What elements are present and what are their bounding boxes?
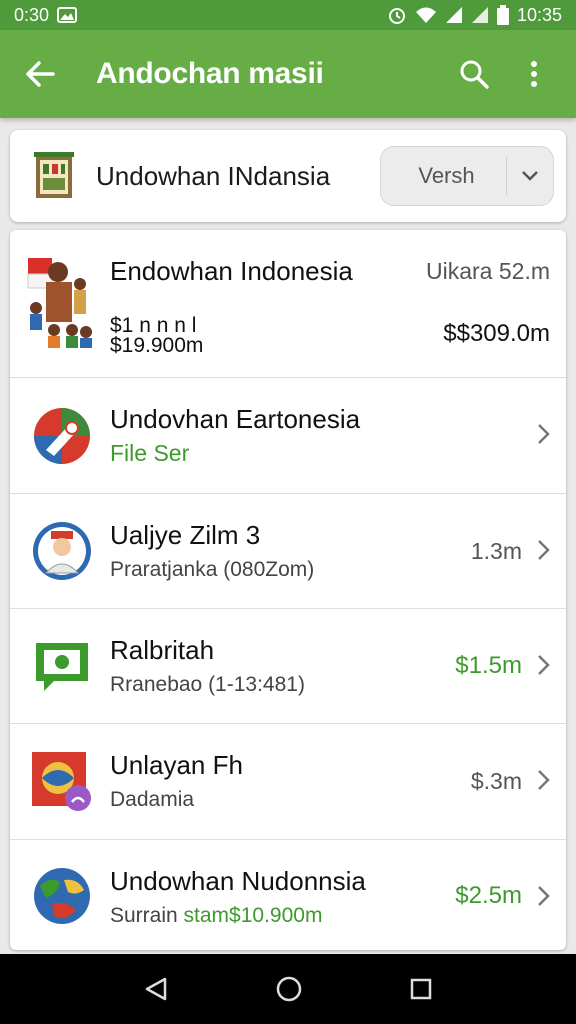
back-button[interactable]	[18, 52, 62, 96]
search-icon	[460, 60, 489, 89]
page-title: Andochan masii	[96, 57, 324, 90]
tool-logo-icon	[34, 408, 90, 464]
system-nav-bar	[0, 954, 576, 1024]
list-item-name: Unlayan Fh	[110, 750, 243, 780]
list-item-sub: Praratjanka (080Zom)	[110, 558, 315, 581]
list-item-amount: 1.3m	[470, 538, 522, 564]
people-illustration-icon	[24, 250, 94, 350]
list-item-sub-prefix: Surrain	[110, 904, 178, 927]
list-item-sub: Rranebao (1-13:481)	[110, 673, 305, 696]
globe-icon	[34, 868, 90, 924]
status-time-left: 0:30	[14, 4, 50, 25]
list-item[interactable]: Undovhan Eartonesia File Ser	[10, 378, 566, 494]
chevron-right-icon	[538, 655, 550, 675]
list-item-featured[interactable]: Endowhan Indonesia Uikara 52.m $1 n n n …	[10, 230, 566, 378]
signal-icon-2	[471, 7, 488, 23]
list-item-amount: $2.5m	[455, 882, 522, 909]
more-vert-icon	[531, 61, 537, 87]
search-button[interactable]	[450, 50, 498, 98]
list-item-sub: Surrain stam$10.900m	[110, 904, 322, 928]
list-item[interactable]: Ralbritah Rranebao (1-13:481) $1.5m	[10, 609, 566, 724]
chevron-right-icon	[538, 886, 550, 906]
select-chevron	[507, 170, 553, 182]
signal-icon	[445, 7, 462, 23]
list-item-sub: Dadamia	[110, 788, 195, 811]
back-triangle-icon[interactable]	[143, 976, 169, 1002]
chevron-right-icon	[538, 424, 550, 444]
list-item[interactable]: Ualjye Zilm 3 Praratjanka (080Zom) 1.3m	[10, 494, 566, 609]
version-select-value: Versh	[418, 163, 475, 188]
arrow-left-icon	[26, 61, 55, 87]
battery-icon	[496, 5, 509, 25]
gallery-notification-icon	[57, 7, 78, 23]
filter-title: Undowhan INdansia	[96, 160, 331, 191]
chevron-right-icon	[538, 770, 550, 790]
featured-right-top: Uikara 52.m	[426, 258, 550, 284]
alarm-icon	[388, 8, 405, 24]
featured-sub-line2: $19.900m	[110, 334, 204, 357]
version-select[interactable]: Versh	[380, 146, 554, 206]
wifi-icon	[415, 7, 436, 23]
recents-square-icon[interactable]	[409, 977, 433, 1001]
filter-card: Undowhan INdansia Versh	[10, 130, 566, 222]
status-time-right: 10:35	[516, 4, 562, 25]
list-item-name: Ualjye Zilm 3	[110, 520, 261, 550]
home-circle-icon[interactable]	[275, 975, 303, 1003]
chevron-down-icon	[522, 171, 538, 181]
map-badge-icon	[32, 752, 91, 811]
app-bar: Andochan masii	[0, 30, 576, 118]
list-item-sub-green: stam$10.900m	[183, 904, 323, 927]
list-item[interactable]: Undowhan Nudonnsia Surrain stam$10.900m …	[10, 840, 566, 950]
featured-amount: $$309.0m	[443, 320, 550, 347]
list-item-name: Ralbritah	[110, 635, 215, 665]
status-bar: 0:30 10:35	[0, 0, 576, 30]
fund-list: Endowhan Indonesia Uikara 52.m $1 n n n …	[10, 230, 566, 950]
chat-camera-icon	[36, 643, 88, 691]
featured-name: Endowhan Indonesia	[110, 256, 353, 286]
list-item-sub: File Ser	[110, 440, 190, 466]
person-avatar-icon	[33, 522, 91, 580]
chevron-right-icon	[538, 540, 550, 560]
more-options-button[interactable]	[510, 50, 558, 98]
list-item-name: Undowhan Nudonnsia	[110, 866, 366, 896]
list-item-amount: $.3m	[470, 768, 522, 794]
building-icon	[34, 152, 74, 198]
list-item-name: Undovhan Eartonesia	[110, 404, 361, 434]
list-item-amount: $1.5m	[455, 652, 522, 679]
list-item[interactable]: Unlayan Fh Dadamia $.3m	[10, 724, 566, 840]
